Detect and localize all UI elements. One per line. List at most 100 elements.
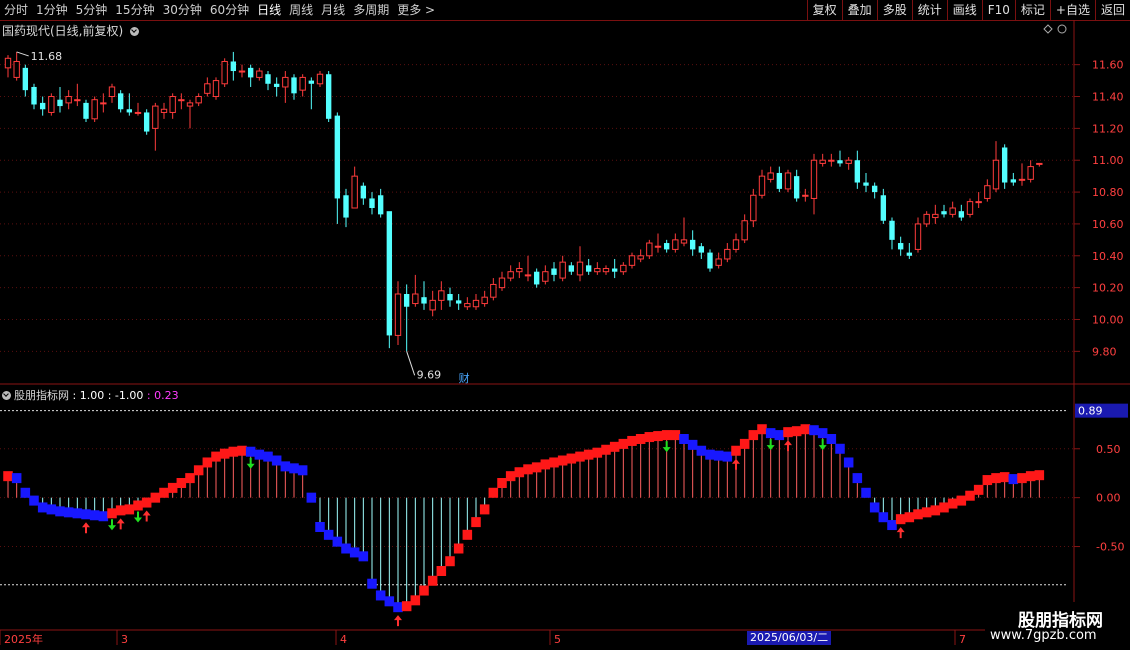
price-tick-label: 11.60 [1092,59,1124,72]
watermark-url: www.7gpzb.com [990,628,1097,643]
indicator-block [939,502,949,513]
indicator-block [453,543,464,554]
candle-body [65,96,72,104]
price-tick-label: 10.40 [1092,250,1124,263]
indicator-block [635,434,646,444]
indicator-block [55,506,65,517]
buy-arrow-icon [896,527,905,539]
candle-body [516,268,523,273]
candle-body [611,268,618,272]
indicator-block [817,428,828,439]
indicator-block [462,529,473,540]
candle-body [663,243,670,250]
candle-body [906,252,913,256]
candle-body [758,175,766,196]
indicator-block [973,484,984,495]
indicator-block [670,430,681,441]
indicator-block [37,502,48,513]
indicator-block [141,497,152,508]
indicator-block [410,595,421,606]
low-label: 9.69 [417,368,442,381]
indicator-block [471,517,481,528]
indicator-block [696,445,707,456]
candle-body [134,111,142,114]
indicator-block [748,430,759,441]
high-label: 11.68 [31,50,62,63]
indicator-block [505,471,516,482]
indicator-block [557,455,568,466]
price-tick-label: 10.00 [1092,313,1124,326]
indicator-block [791,426,802,437]
candle-body [854,160,861,183]
indicator-block [150,492,161,503]
price-tick-label: 11.20 [1092,122,1124,135]
indicator-block [497,478,507,488]
buy-arrow-icon [116,518,125,530]
indicator-block [679,434,689,444]
candle-body [672,239,679,250]
buy-arrow-icon [142,510,151,522]
candle-body [533,271,540,285]
indicator-tick-label: -0.50 [1096,541,1124,554]
candle-body [767,172,774,180]
indicator-block [358,551,369,562]
candle-body [117,93,124,110]
indicator-block [1025,471,1036,482]
indicator-block [211,451,221,462]
indicator-block [861,487,871,498]
indicator-block [63,507,74,518]
candle-body [524,274,532,277]
indicator-block [427,575,438,586]
candle-body [308,80,315,84]
sell-arrow-icon [766,439,775,451]
candle-body [169,96,176,113]
indicator-block [523,464,533,475]
indicator-block [661,430,672,441]
indicator-block [930,505,941,516]
candle-body [837,160,843,164]
candle-body [646,242,653,257]
indicator-block [722,451,733,462]
x-axis-label: 4 [340,633,347,646]
candle-body [984,185,991,199]
indicator-block [627,435,637,446]
candle-body [178,99,185,102]
candle-body [1010,179,1017,183]
candle-body [299,76,306,91]
indicator-block [306,492,317,503]
indicator-block [89,510,100,521]
candle-body [438,290,445,301]
candle-body [1001,147,1008,183]
indicator-block [479,504,490,515]
high-marker-line [16,51,29,57]
candle-body [819,159,826,164]
indicator-block [176,478,187,488]
candle-body [238,70,246,73]
indicator-block [98,511,109,522]
indicator-block [20,487,31,498]
sell-arrow-icon [108,519,116,531]
indicator-block [913,509,923,520]
candle-body [291,77,297,94]
price-tick-label: 11.40 [1092,91,1124,104]
indicator-block [219,448,230,459]
candle-body [386,211,393,336]
indicator-block [323,529,334,540]
candle-body [455,300,462,304]
candle-body [360,185,367,199]
kline-chart[interactable]: 11.60 11.40 11.20 11.00 10.80 10.60 10.40 10.20… [0,0,1130,650]
indicator-block [869,502,880,513]
candle-body [1018,178,1026,181]
indicator-block [280,461,291,472]
buy-arrow-icon [732,458,740,470]
indicator-block [887,520,897,531]
indicator-block [575,451,585,462]
candle-body [4,57,12,69]
indicator-block [809,425,819,436]
candle-body [551,268,557,275]
candle-body [429,299,436,311]
candle-body [74,99,81,102]
candle-body [498,277,506,289]
indicator-block [705,449,715,460]
candle-body [39,102,46,110]
